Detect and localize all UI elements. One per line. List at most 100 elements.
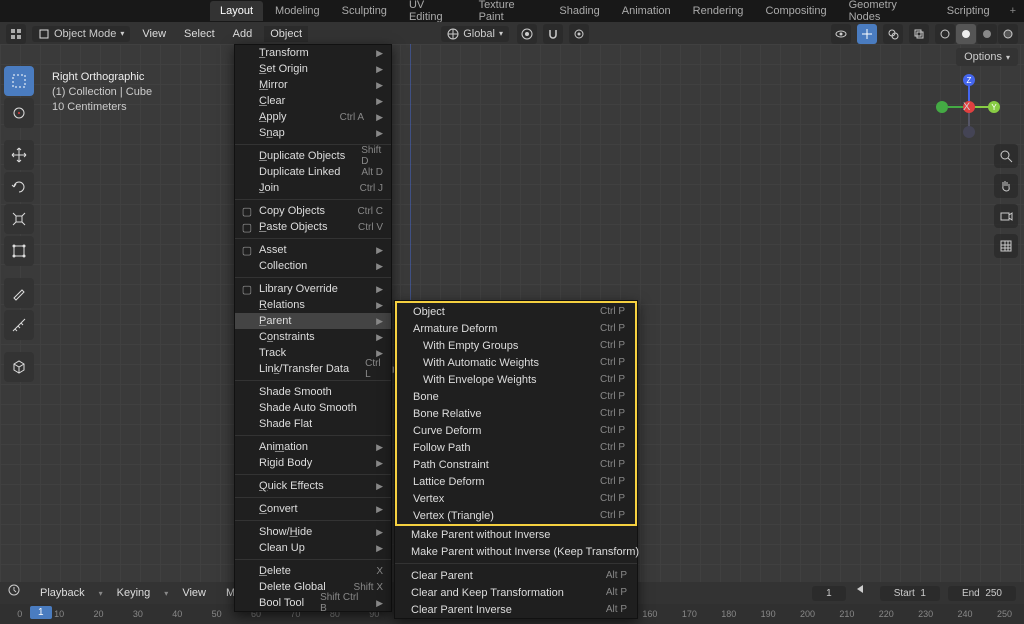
frame-end-field[interactable]: End 250 (948, 586, 1016, 601)
object-menu-item[interactable]: Transform▶ (235, 45, 391, 61)
header-menu-object[interactable]: Object (264, 26, 308, 42)
object-menu-item[interactable]: Collection▶ (235, 258, 391, 274)
tab-compositing[interactable]: Compositing (755, 1, 836, 21)
parent-submenu-item[interactable]: BoneCtrl P (397, 388, 635, 405)
timeline-playhead[interactable]: 1 (30, 606, 52, 619)
tab-layout[interactable]: Layout (210, 1, 263, 21)
pivot-button[interactable] (517, 24, 537, 44)
header-menu-add[interactable]: Add (227, 26, 259, 42)
menu-file[interactable]: File (28, 2, 62, 18)
shading-solid-button[interactable] (956, 24, 976, 44)
object-menu-item[interactable]: Shade Auto Smooth (235, 400, 391, 416)
nav-gizmo[interactable]: Z Y X (936, 74, 1000, 138)
orientation-selector[interactable]: Global ▾ (441, 26, 509, 42)
object-menu-item[interactable]: ▢Library Override▶ (235, 281, 391, 297)
proportional-edit-button[interactable] (569, 24, 589, 44)
shading-wireframe-button[interactable] (935, 24, 955, 44)
tab-shading[interactable]: Shading (549, 1, 609, 21)
parent-submenu-item[interactable]: Clear ParentAlt P (395, 567, 637, 584)
tool-select-box[interactable] (4, 66, 34, 96)
parent-submenu-item[interactable]: Make Parent without Inverse (395, 526, 637, 543)
parent-submenu-item[interactable]: Clear and Keep TransformationAlt P (395, 584, 637, 601)
parent-submenu-item[interactable]: VertexCtrl P (397, 490, 635, 507)
visibility-button[interactable] (831, 24, 851, 44)
tab-scripting[interactable]: Scripting (937, 1, 1000, 21)
snap-button[interactable] (543, 24, 563, 44)
tab-modeling[interactable]: Modeling (265, 1, 330, 21)
object-menu-item[interactable]: Animation▶ (235, 439, 391, 455)
timeline-menu-keying[interactable]: Keying (111, 585, 157, 601)
object-menu-item[interactable]: DeleteX (235, 563, 391, 579)
header-menu-view[interactable]: View (136, 26, 172, 42)
tool-measure[interactable] (4, 310, 34, 340)
parent-submenu-item[interactable]: With Empty GroupsCtrl P (397, 337, 635, 354)
tool-add-cube[interactable] (4, 352, 34, 382)
parent-submenu-item[interactable]: Bone RelativeCtrl P (397, 405, 635, 422)
tab-animation[interactable]: Animation (612, 1, 681, 21)
tab-sculpting[interactable]: Sculpting (332, 1, 397, 21)
parent-submenu-item[interactable]: Follow PathCtrl P (397, 439, 635, 456)
timeline-menu-view[interactable]: View (176, 585, 212, 601)
timeline-menu-playback[interactable]: Playback (34, 585, 91, 601)
mode-selector[interactable]: Object Mode ▾ (32, 26, 130, 42)
pan-button[interactable] (994, 174, 1018, 198)
tool-cursor[interactable] (4, 98, 34, 128)
parent-submenu-item[interactable]: Vertex (Triangle)Ctrl P (397, 507, 635, 524)
menu-edit[interactable]: Edit (64, 2, 99, 18)
object-menu-item[interactable]: Set Origin▶ (235, 61, 391, 77)
object-menu-item[interactable]: Relations▶ (235, 297, 391, 313)
object-menu-item[interactable]: ApplyCtrl A▶ (235, 109, 391, 125)
tool-move[interactable] (4, 140, 34, 170)
gizmo-toggle-button[interactable] (857, 24, 877, 44)
parent-submenu-item[interactable]: Lattice DeformCtrl P (397, 473, 635, 490)
tool-transform[interactable] (4, 236, 34, 266)
axis-z[interactable]: Z (963, 74, 975, 86)
tool-rotate[interactable] (4, 172, 34, 202)
parent-submenu-item[interactable]: Armature DeformCtrl P (397, 320, 635, 337)
object-menu-item[interactable]: Link/Transfer DataCtrl L▶ (235, 361, 391, 377)
object-menu-item[interactable]: Snap▶ (235, 125, 391, 141)
tool-scale[interactable] (4, 204, 34, 234)
object-menu-item[interactable]: Shade Smooth (235, 384, 391, 400)
object-menu-item[interactable]: Delete GlobalShift X (235, 579, 391, 595)
frame-start-field[interactable]: Start 1 (880, 586, 940, 601)
parent-submenu-item[interactable]: Clear Parent InverseAlt P (395, 601, 637, 618)
object-menu-item[interactable]: Duplicate LinkedAlt D (235, 164, 391, 180)
object-menu-item[interactable]: Parent▶ (235, 313, 391, 329)
object-menu-item[interactable]: Duplicate ObjectsShift D (235, 148, 391, 164)
axis-neg-z[interactable] (963, 126, 975, 138)
object-menu-item[interactable]: Clear▶ (235, 93, 391, 109)
parent-submenu-item[interactable]: Make Parent without Inverse (Keep Transf… (395, 543, 637, 560)
object-menu-item[interactable]: ▢Copy ObjectsCtrl C (235, 203, 391, 219)
object-menu-item[interactable]: ▢Asset▶ (235, 242, 391, 258)
object-menu-item[interactable]: Shade Flat (235, 416, 391, 432)
parent-submenu-item[interactable]: With Automatic WeightsCtrl P (397, 354, 635, 371)
xray-toggle-button[interactable] (909, 24, 929, 44)
shading-material-button[interactable] (977, 24, 997, 44)
overlay-toggle-button[interactable] (883, 24, 903, 44)
axis-y[interactable]: Y (988, 101, 1000, 113)
menu-render[interactable]: Render (101, 2, 153, 18)
jump-start-button[interactable] (854, 584, 872, 602)
object-menu-item[interactable]: Bool ToolShift Ctrl B▶ (235, 595, 391, 611)
add-workspace-button[interactable]: + (1002, 2, 1024, 20)
axis-center[interactable]: X (963, 101, 975, 113)
parent-submenu-item[interactable]: With Envelope WeightsCtrl P (397, 371, 635, 388)
object-menu-item[interactable]: Rigid Body▶ (235, 455, 391, 471)
timeline-editor-icon[interactable] (8, 584, 26, 602)
object-menu-item[interactable]: Quick Effects▶ (235, 478, 391, 494)
parent-submenu-item[interactable]: ObjectCtrl P (397, 303, 635, 320)
object-menu-item[interactable]: Show/Hide▶ (235, 524, 391, 540)
object-menu-item[interactable]: Constraints▶ (235, 329, 391, 345)
camera-view-button[interactable] (994, 204, 1018, 228)
object-menu-item[interactable]: Mirror▶ (235, 77, 391, 93)
header-menu-select[interactable]: Select (178, 26, 221, 42)
frame-current-field[interactable]: 1 (812, 586, 846, 601)
axis-neg-y[interactable] (936, 101, 948, 113)
zoom-button[interactable] (994, 144, 1018, 168)
parent-submenu-item[interactable]: Curve DeformCtrl P (397, 422, 635, 439)
tool-annotate[interactable] (4, 278, 34, 308)
shading-rendered-button[interactable] (998, 24, 1018, 44)
menu-window[interactable]: Window (155, 2, 210, 18)
object-menu-item[interactable]: ▢Paste ObjectsCtrl V (235, 219, 391, 235)
